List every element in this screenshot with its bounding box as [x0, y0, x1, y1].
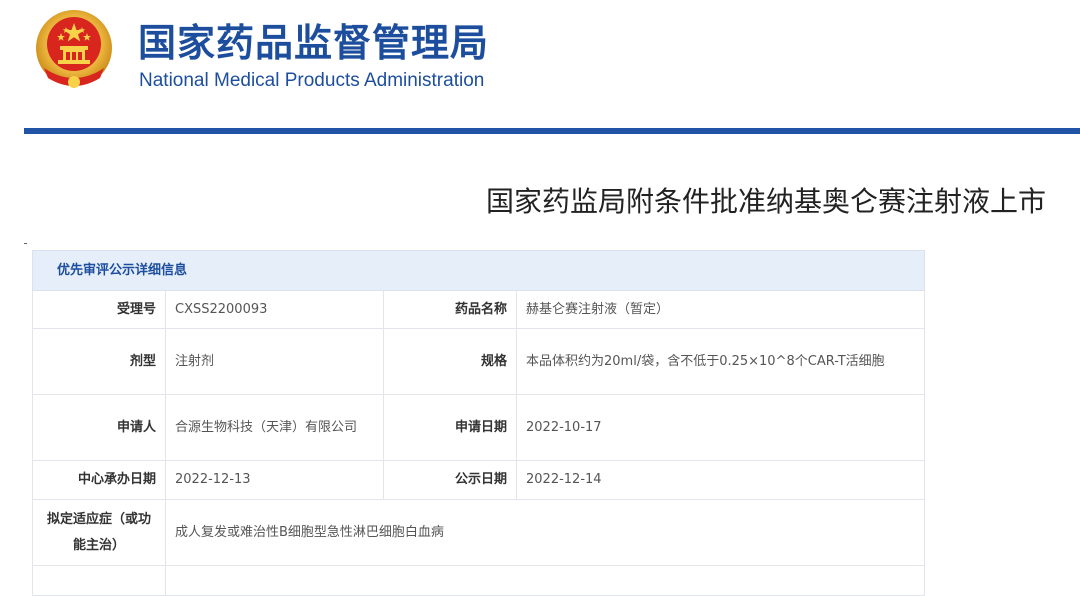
acceptance-number-label: 受理号	[32, 290, 166, 329]
table-row: 受理号 CXSS2200093 药品名称 赫基仑赛注射液（暂定）	[32, 290, 926, 329]
application-date-value: 2022-10-17	[515, 394, 926, 461]
application-date-label: 申请日期	[383, 394, 517, 461]
table-row	[32, 565, 926, 596]
article-title: 国家药监局附条件批准纳基奥仑赛注射液上市	[485, 185, 1046, 218]
specification-label: 规格	[383, 328, 517, 395]
section-title: 优先审评公示详细信息	[31, 250, 926, 291]
agency-name-english[interactable]: National Medical Products Administration	[139, 70, 484, 92]
center-undertake-date-value: 2022-12-13	[165, 460, 384, 500]
table-row: 申请人 合源生物科技（天津）有限公司 申请日期 2022-10-17	[32, 394, 926, 461]
acceptance-number-value: CXSS2200093	[165, 290, 384, 329]
indication-label: 拟定适应症（或功能主治）	[32, 499, 166, 566]
agency-name-chinese[interactable]: 国家药品监督管理局	[138, 12, 489, 67]
table-row: 中心承办日期 2022-12-13 公示日期 2022-12-14	[32, 460, 926, 500]
publicity-date-value: 2022-12-14	[515, 460, 926, 500]
drug-name-label: 药品名称	[383, 290, 517, 329]
site-header: 国家药品监督管理局 National Medical Products Admi…	[0, 0, 1080, 134]
applicant-value: 合源生物科技（天津）有限公司	[165, 394, 384, 461]
divider	[24, 243, 27, 244]
indication-value: 成人复发或难治性B细胞型急性淋巴细胞白血病	[164, 499, 926, 566]
table-cell	[32, 565, 166, 596]
applicant-label: 申请人	[32, 394, 166, 461]
publicity-date-label: 公示日期	[383, 460, 517, 500]
dosage-form-label: 剂型	[32, 328, 166, 395]
header-divider	[24, 128, 1080, 134]
table-row: 拟定适应症（或功能主治） 成人复发或难治性B细胞型急性淋巴细胞白血病	[32, 499, 926, 566]
dosage-form-value: 注射剂	[165, 328, 384, 395]
national-emblem-icon	[36, 10, 112, 88]
priority-review-table: 优先审评公示详细信息 受理号 CXSS2200093 药品名称 赫基仑赛注射液（…	[31, 250, 926, 596]
table-cell	[164, 565, 926, 596]
center-undertake-date-label: 中心承办日期	[32, 460, 166, 500]
table-header-row: 优先审评公示详细信息	[31, 250, 926, 291]
specification-value: 本品体积约为20ml/袋，含不低于0.25×10^8个CAR-T活细胞	[515, 328, 926, 395]
table-row: 剂型 注射剂 规格 本品体积约为20ml/袋，含不低于0.25×10^8个CAR…	[32, 328, 926, 395]
drug-name-value: 赫基仑赛注射液（暂定）	[515, 290, 926, 329]
